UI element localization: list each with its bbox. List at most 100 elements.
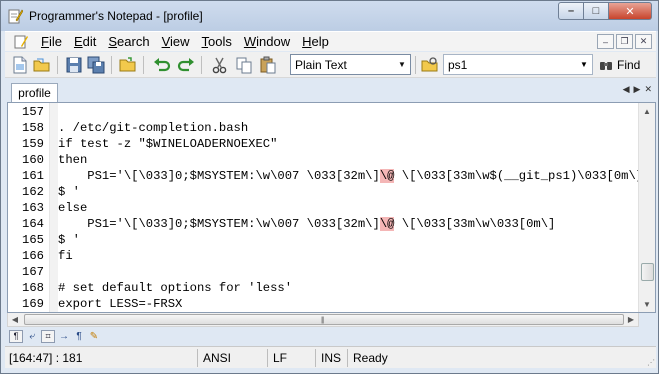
redo-icon[interactable] [177, 56, 195, 74]
tab-controls: ◀ ▶ ✕ [623, 84, 652, 95]
menu-tools[interactable]: Tools [196, 34, 238, 49]
open-folder-icon[interactable] [119, 56, 137, 74]
menu-search-key: S [108, 34, 118, 49]
marker-icon[interactable]: ✎ [88, 331, 100, 342]
code-line[interactable]: 160 then [8, 153, 638, 169]
code-line[interactable]: 164 PS1='\[\033]0;$MSYSTEM:\w\007 \033[3… [8, 217, 638, 233]
toolbar-separator [111, 56, 112, 74]
cursor-position: [164:47] : 181 [9, 351, 83, 365]
code-line[interactable]: 166 fi [8, 249, 638, 265]
find-in-files-icon[interactable] [421, 56, 439, 74]
line-number: 167 [22, 265, 44, 279]
window-controls: – □ ✕ [558, 2, 652, 20]
toolbar-separator [201, 56, 202, 74]
chevron-down-icon[interactable]: ▼ [576, 55, 592, 74]
save-all-icon[interactable] [87, 56, 105, 74]
code-line[interactable]: 159 if test -z "$WINELOADERNOEXEC" [8, 137, 638, 153]
find-button-label: Find [617, 58, 641, 72]
code-line[interactable]: 165 $ ' [8, 233, 638, 249]
cut-icon[interactable] [211, 56, 229, 74]
vertical-scrollbar[interactable]: ▲ ▼ [638, 103, 655, 312]
line-number: 158 [22, 121, 44, 135]
word-wrap-icon[interactable]: ⤶ [26, 331, 38, 342]
maximize-button[interactable]: □ [584, 2, 609, 20]
resize-grip-icon[interactable]: ⋰ [647, 358, 655, 367]
menu-file[interactable]: File [35, 34, 68, 49]
line-number: 159 [22, 137, 44, 151]
tab-profile[interactable]: profile [11, 83, 58, 102]
line-number: 166 [22, 249, 44, 263]
menu-search[interactable]: Search [102, 34, 155, 49]
code-line[interactable]: 161 PS1='\[\033]0;$MSYSTEM:\w\007 \033[3… [8, 169, 643, 185]
tab-next-icon[interactable]: ▶ [634, 84, 641, 95]
status-divider [197, 349, 198, 367]
tab-close-icon[interactable]: ✕ [644, 84, 652, 95]
horizontal-scrollbar[interactable]: ◀ ||| ▶ [7, 313, 639, 327]
menu-window[interactable]: Window [238, 34, 296, 49]
tab-prev-icon[interactable]: ◀ [623, 84, 630, 95]
code-segment: . /etc/git-completion.bash [58, 121, 249, 135]
horizontal-scroll-thumb[interactable]: ||| [24, 314, 624, 325]
scroll-left-icon[interactable]: ◀ [8, 312, 22, 326]
status-bar: [164:47] : 181 ANSI LF INS Ready ⋰ [5, 346, 656, 368]
minimize-button[interactable]: – [558, 2, 584, 20]
code-line[interactable]: 167 [8, 265, 638, 281]
copy-icon[interactable] [235, 56, 253, 74]
search-input[interactable] [444, 55, 572, 74]
menu-help-key: H [302, 34, 312, 49]
notepad-app-icon [8, 9, 23, 24]
toolbar-separator [143, 56, 144, 74]
code-line[interactable]: 162 $ ' [8, 185, 638, 201]
toolbar-separator [57, 56, 58, 74]
code-text: # set default options for 'less' [58, 281, 292, 295]
code-editor[interactable]: 157 158 . /etc/git-completion.bash 159 if te… [7, 102, 656, 313]
insert-mode-status: INS [321, 351, 342, 365]
title-bar[interactable]: Programmer's Notepad - [profile] – □ ✕ [1, 1, 658, 31]
close-button[interactable]: ✕ [609, 2, 652, 20]
scroll-right-icon[interactable]: ▶ [624, 312, 638, 326]
mdi-restore-button[interactable]: ❐ [616, 34, 633, 49]
paste-icon[interactable] [259, 56, 277, 74]
code-text: fi [58, 249, 73, 263]
line-numbers-button[interactable]: ⌗ [41, 329, 55, 343]
mdi-minimize-button[interactable]: – [597, 34, 614, 49]
chevron-down-icon: ▼ [398, 60, 406, 69]
arrow-icon[interactable]: → [58, 331, 70, 342]
menu-view[interactable]: View [156, 34, 196, 49]
code-line[interactable]: 168 # set default options for 'less' [8, 281, 638, 297]
save-icon[interactable] [65, 56, 83, 74]
menu-help[interactable]: Help [296, 34, 335, 49]
code-segment: if test -z "$WINELOADERNOEXEC" [58, 137, 278, 151]
tab-strip: profile ◀ ▶ ✕ [5, 81, 656, 102]
code-segment: \[\033[33m\w\033[0m\] [394, 217, 556, 231]
open-file-icon[interactable] [33, 56, 51, 74]
line-number: 157 [22, 105, 44, 119]
menu-edit[interactable]: Edit [68, 34, 102, 49]
document-icon[interactable] [13, 35, 29, 49]
status-divider [315, 349, 316, 367]
line-number: 164 [22, 217, 44, 231]
scroll-down-icon[interactable]: ▼ [639, 296, 655, 312]
menu-edit-key: E [73, 34, 83, 49]
pilcrow-icon[interactable]: ¶ [73, 331, 85, 342]
vertical-scroll-thumb[interactable] [641, 263, 654, 281]
code-text: $ ' [58, 185, 80, 199]
show-whitespace-button[interactable]: ¶ [9, 329, 23, 343]
code-segment: PS1='\[\033]0;$MSYSTEM:\w\007 \033[32m\] [58, 217, 380, 231]
undo-icon[interactable] [153, 56, 171, 74]
code-line[interactable]: 163 else [8, 201, 638, 217]
code-line[interactable]: 169 export LESS=-FRSX [8, 297, 638, 312]
mdi-controls: – ❐ ✕ [597, 34, 652, 49]
new-file-icon[interactable] [11, 56, 29, 74]
search-box[interactable]: ▼ [443, 54, 593, 75]
menu-window-key: W [243, 34, 257, 49]
code-segment: export LESS=-FRSX [58, 297, 183, 311]
view-options-strip: ¶ ⤶ ⌗ → ¶ ✎ [7, 328, 656, 344]
scheme-select[interactable]: Plain Text ▼ [290, 54, 411, 75]
mdi-close-button[interactable]: ✕ [635, 34, 652, 49]
find-button[interactable]: Find [599, 55, 640, 75]
code-line[interactable]: 158 . /etc/git-completion.bash [8, 121, 638, 137]
scroll-up-icon[interactable]: ▲ [639, 103, 655, 119]
code-text: else [58, 201, 87, 215]
code-line[interactable]: 157 [8, 105, 638, 121]
